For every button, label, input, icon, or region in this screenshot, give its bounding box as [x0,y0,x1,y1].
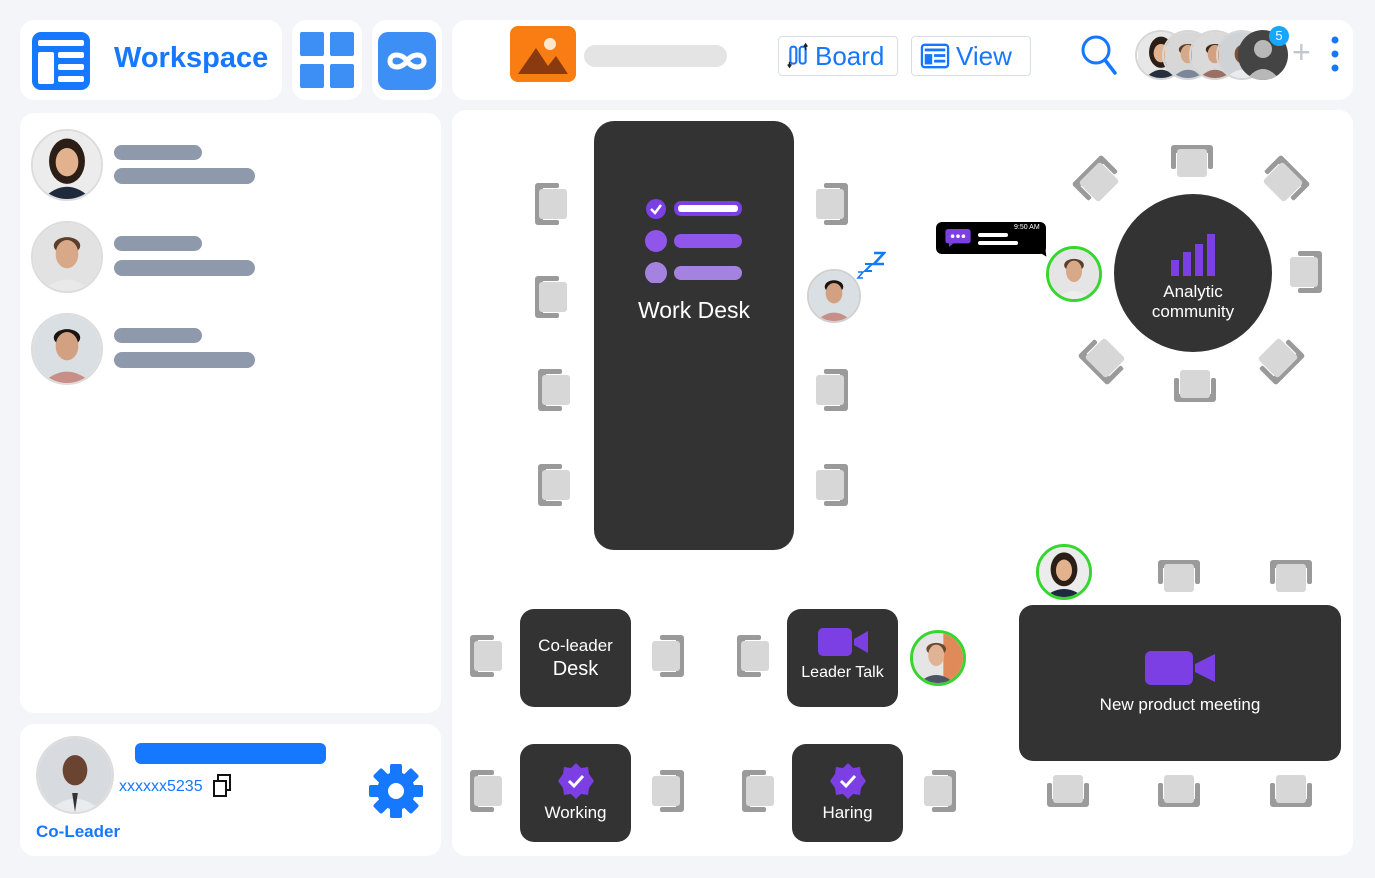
new-product-meeting-table[interactable]: New product meeting [1019,605,1341,761]
online-user-avatar[interactable] [1036,544,1092,600]
member-avatar[interactable] [31,313,103,385]
more-menu-icon[interactable] [1330,36,1340,74]
verified-badge-icon [829,763,866,799]
current-user-avatar[interactable] [36,736,114,814]
board-icon [787,42,808,69]
workspace-icon[interactable] [30,30,92,92]
haring-table[interactable]: Haring [792,744,903,842]
chair[interactable] [648,635,684,679]
image-icon[interactable] [510,26,576,82]
current-user-code: xxxxxx5235 [119,778,203,795]
working-table[interactable]: Working [520,744,631,842]
chair[interactable] [812,464,848,508]
bar-chart-icon [1171,234,1215,276]
leader-talk-label: Leader Talk [801,664,884,681]
search-icon[interactable] [1080,34,1118,76]
chat-time: 9:50 AM [1014,224,1040,231]
chair[interactable] [470,635,506,679]
chair[interactable] [538,464,574,508]
leader-talk-table[interactable]: Leader Talk [787,609,898,707]
work-desk-label: Work Desk [637,297,751,323]
member-detail-bar [114,168,255,184]
chair[interactable] [812,183,848,227]
chair[interactable] [1047,771,1089,807]
member-name-bar [114,236,202,251]
current-user-role: Co-Leader [36,822,121,841]
members-sidebar [20,113,441,713]
chat-preview-line [978,233,1008,237]
new-product-meeting-label: New product meeting [1099,695,1261,714]
grid-apps-button[interactable] [292,20,362,100]
member-avatar[interactable] [31,221,103,293]
chair[interactable] [1270,771,1312,807]
view-icon [920,43,950,69]
analytic-label-line2: community [1151,302,1235,321]
settings-gear-icon[interactable] [369,763,423,819]
video-camera-icon [1145,651,1215,685]
member-name-bar [114,145,202,160]
chair[interactable] [535,183,571,227]
haring-label: Haring [822,803,873,822]
member-avatar[interactable] [31,129,103,201]
chair[interactable] [742,770,778,814]
analytic-community-table[interactable]: Analytic community [1114,194,1272,352]
sleep-zzz-icon [856,250,887,280]
infinity-icon [378,32,436,90]
add-participant-button[interactable]: + [1292,34,1311,70]
chair[interactable] [538,369,574,413]
co-leader-label-line2: Desk [552,657,599,680]
member-name-bar [114,328,202,343]
chair[interactable] [1158,771,1200,807]
co-leader-label-line1: Co-leader [538,635,613,655]
working-label: Working [544,803,607,822]
chair[interactable] [1174,366,1216,402]
chat-icon [945,229,971,247]
task-list-icon [645,199,742,283]
chair[interactable] [648,770,684,814]
chair[interactable] [737,635,773,679]
chair[interactable] [1158,560,1200,596]
verified-badge-icon [557,763,594,799]
chat-preview-line [978,241,1018,245]
chair[interactable] [920,770,956,814]
current-user-name-bar [135,743,326,764]
online-user-avatar[interactable] [910,630,966,686]
member-detail-bar [114,352,255,368]
chat-bubble[interactable]: 9:50 AM [936,222,1046,254]
brand-label: Workspace [114,42,269,74]
sleeping-user-avatar[interactable] [807,269,861,323]
participants-count-badge: 5 [1269,26,1289,46]
chair[interactable] [1171,145,1213,181]
grid-icon [300,32,354,88]
co-leader-desk-table[interactable]: Co-leader Desk [520,609,631,707]
online-user-avatar[interactable] [1046,246,1102,302]
member-detail-bar [114,260,255,276]
view-button[interactable]: View [911,36,1031,76]
workspace-name-placeholder [584,45,727,67]
infinity-button[interactable] [372,20,442,100]
analytic-label-line1: Analytic [1163,282,1223,301]
board-label: Board [815,40,885,71]
chair[interactable] [1286,251,1322,295]
chair[interactable] [535,276,571,320]
board-button[interactable]: Board [778,36,898,76]
chair[interactable] [470,770,506,814]
chair[interactable] [812,369,848,413]
copy-icon[interactable] [212,774,232,798]
view-label: View [956,40,1012,71]
chair[interactable] [1270,560,1312,596]
video-camera-icon [817,628,868,656]
work-desk-table[interactable]: Work Desk [594,121,794,550]
